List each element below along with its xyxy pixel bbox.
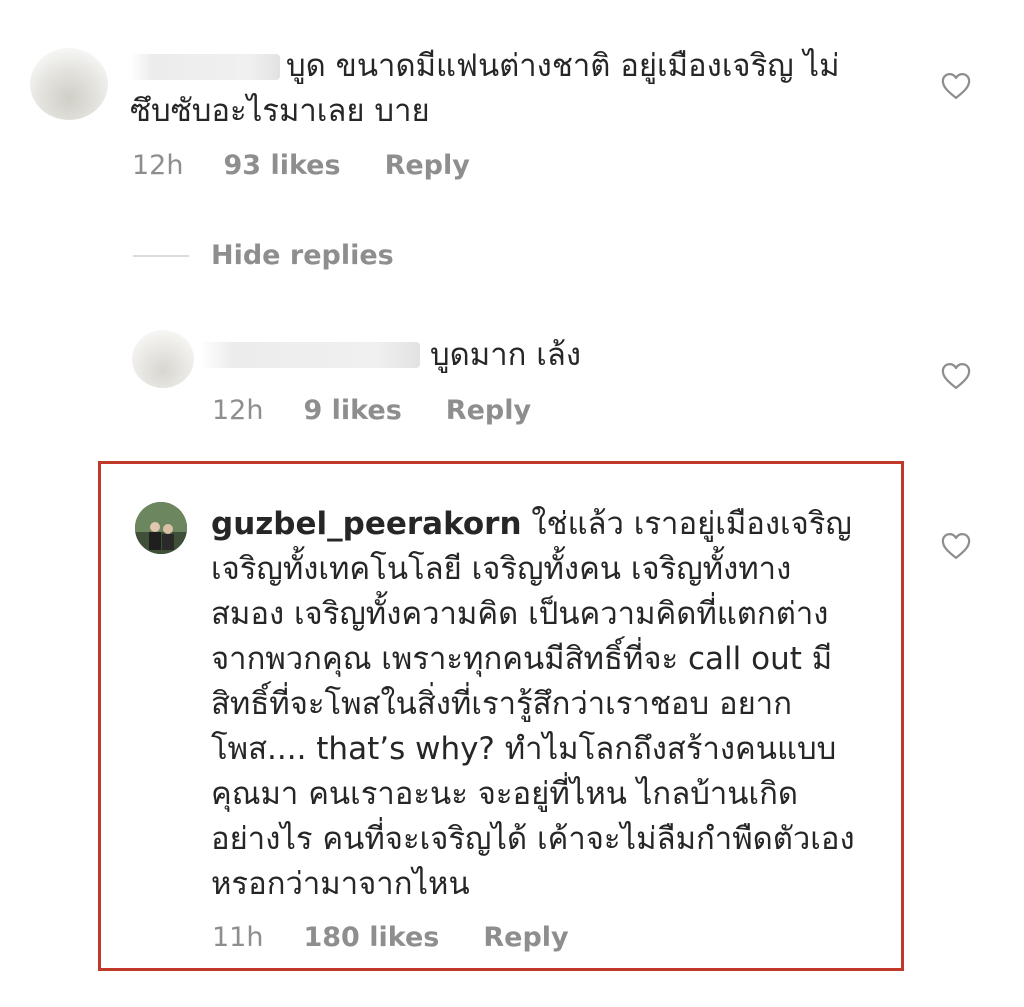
comment-time: 12h — [132, 150, 184, 181]
avatar[interactable] — [135, 502, 187, 554]
comment-username[interactable]: guzbel_peerakorn — [211, 506, 522, 542]
avatar[interactable] — [30, 48, 108, 120]
comment-time: 12h — [212, 395, 264, 426]
username-redacted — [200, 342, 420, 368]
comment-text: บูด ขนาดมีแฟนต่างชาติ อยู่เมืองเจริญ ไม่… — [130, 48, 840, 129]
heart-outline-icon[interactable] — [941, 362, 971, 390]
comment-meta: 11h 180 likes Reply — [212, 922, 569, 953]
heart-outline-icon[interactable] — [941, 72, 971, 100]
comment-meta: 12h 93 likes Reply — [132, 150, 470, 181]
hide-replies-toggle[interactable]: Hide replies — [133, 240, 394, 271]
comment-meta: 12h 9 likes Reply — [212, 395, 531, 426]
comment-text: guzbel_peerakorn ใช่แล้ว เราอยู่เมืองเจร… — [211, 502, 901, 907]
comment-time: 11h — [212, 922, 264, 953]
likes-count[interactable]: 9 likes — [303, 395, 401, 426]
hide-replies-label: Hide replies — [211, 240, 394, 271]
comment-text-rest: เจริญทั้งเทคโนโลยี เจริญทั้งคน เจริญทั้ง… — [211, 551, 855, 902]
reply-button[interactable]: Reply — [446, 395, 531, 426]
heart-outline-icon[interactable] — [941, 532, 971, 560]
divider-line — [133, 254, 189, 257]
reply-button[interactable]: Reply — [483, 922, 568, 953]
avatar-photo — [135, 502, 187, 554]
comment-text-first-line: ใช่แล้ว เราอยู่เมืองเจริญ — [531, 506, 852, 542]
comment-text: บูดมาก เล้ง — [430, 337, 582, 373]
likes-count[interactable]: 180 likes — [303, 922, 439, 953]
reply-button[interactable]: Reply — [385, 150, 470, 181]
avatar[interactable] — [132, 330, 194, 388]
likes-count[interactable]: 93 likes — [223, 150, 340, 181]
